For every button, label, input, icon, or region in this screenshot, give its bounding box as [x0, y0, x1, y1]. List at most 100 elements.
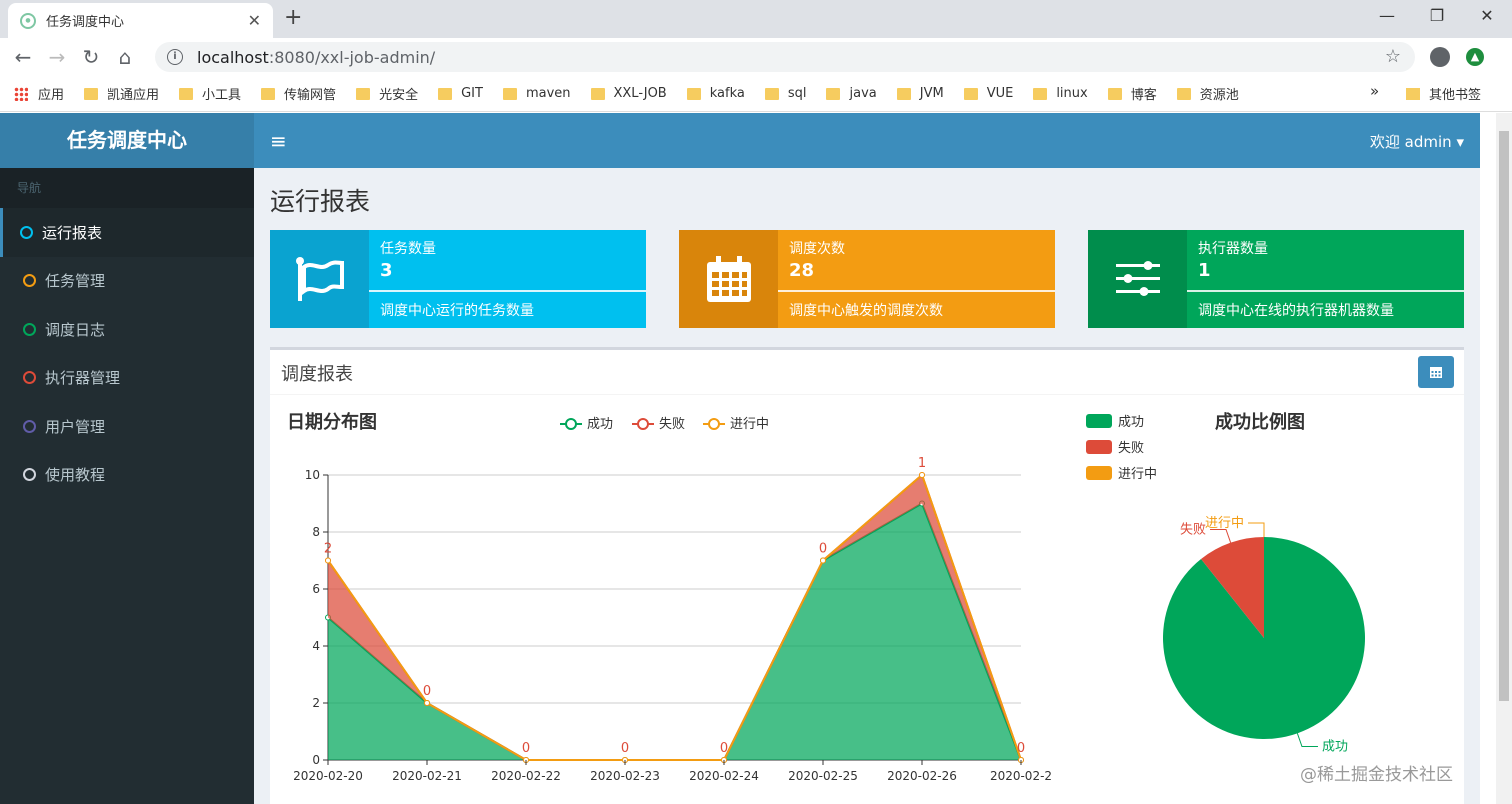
bookmark-item[interactable]: VUE: [963, 86, 1013, 101]
other-bookmarks[interactable]: 其他书签: [1406, 84, 1481, 103]
calendar-icon: [1430, 367, 1442, 378]
forward-icon[interactable]: →: [40, 45, 74, 69]
new-tab-icon[interactable]: +: [284, 5, 302, 30]
bookmark-label: linux: [1056, 86, 1088, 101]
bookmark-item[interactable]: java: [826, 86, 877, 101]
watermark: @稀土掘金技术社区: [1300, 765, 1453, 785]
legend-item[interactable]: 进行中: [1086, 466, 1157, 482]
folder-icon: [179, 87, 194, 100]
bookmark-item[interactable]: maven: [502, 86, 571, 101]
browser-tabbar: ● 任务调度中心 ✕ + — ❐ ✕: [0, 0, 1512, 38]
folder-icon: [896, 87, 911, 100]
bookmark-label: 传输网管: [284, 88, 337, 103]
extension-icon[interactable]: ▲: [1466, 48, 1484, 66]
apps-icon: [14, 86, 28, 101]
close-tab-icon[interactable]: ✕: [248, 11, 261, 30]
flag-icon: [270, 230, 369, 328]
browser-tab[interactable]: ● 任务调度中心 ✕: [8, 3, 273, 38]
window-close-icon[interactable]: ✕: [1462, 0, 1512, 32]
folder-icon: [590, 87, 605, 100]
top-navbar: ≡ 欢迎 admin ▾: [254, 113, 1480, 168]
date-filter-button[interactable]: [1418, 356, 1454, 388]
nav-list: 运行报表任务管理 调度日志执行器管理用户管理使用教程: [0, 208, 254, 499]
sidebar-item-label: 使用教程: [45, 466, 106, 485]
date-distribution-chart: 日期分布图 成功 失败 进行中024681022020-02-2002020-02-2…: [287, 411, 1052, 783]
folder-icon: [963, 87, 978, 100]
legend-item[interactable]: 成功: [560, 417, 613, 432]
bookmark-item[interactable]: 小工具: [179, 84, 241, 103]
circle-icon: [23, 468, 36, 482]
bookmark-item[interactable]: 凯通应用: [84, 84, 159, 103]
restore-icon[interactable]: ❐: [1412, 0, 1462, 32]
nav-header: 导航: [0, 168, 254, 208]
progress-bar: [369, 290, 646, 292]
folder-icon: [1406, 87, 1420, 100]
sidebar-item-label: 运行报表: [42, 223, 103, 242]
sidebar-item[interactable]: 运行报表: [0, 208, 254, 257]
bookmark-label: kafka: [709, 86, 745, 101]
sidebar-item[interactable]: 使用教程: [0, 451, 254, 500]
bookmark-item[interactable]: XXL-JOB: [590, 86, 667, 101]
data-point[interactable]: [919, 472, 925, 478]
bookmark-item[interactable]: 应用: [14, 84, 64, 103]
minimize-icon[interactable]: —: [1362, 0, 1412, 32]
page-scrollbar[interactable]: [1496, 113, 1512, 804]
sidebar-item[interactable]: 用户管理: [0, 402, 254, 451]
data-point[interactable]: [820, 557, 826, 564]
x-tick-label: 2020-02-2: [990, 769, 1052, 783]
more-bookmarks-icon[interactable]: »: [1370, 82, 1379, 100]
page-title: 运行报表: [270, 187, 371, 216]
bookmark-item[interactable]: 博客: [1107, 84, 1157, 103]
folder-icon: [356, 87, 371, 100]
legend-item[interactable]: 失败: [1086, 440, 1144, 456]
x-tick-label: 2020-02-23: [590, 769, 660, 783]
site-info-icon[interactable]: i: [167, 49, 183, 65]
folder-icon: [764, 87, 779, 100]
user-menu[interactable]: 欢迎 admin ▾: [1370, 131, 1464, 152]
bookmark-item[interactable]: GIT: [438, 86, 483, 101]
favicon-icon: ●: [20, 12, 36, 29]
bookmark-star-icon[interactable]: ☆: [1385, 46, 1401, 67]
back-icon[interactable]: ←: [6, 45, 40, 69]
sidebar-item[interactable]: 调度日志: [0, 305, 254, 354]
scroll-thumb[interactable]: [1499, 131, 1509, 701]
account-icon[interactable]: [1430, 47, 1450, 67]
data-label: 0: [423, 684, 431, 699]
bookmark-item[interactable]: 资源池: [1176, 84, 1239, 103]
bookmark-item[interactable]: kafka: [686, 86, 745, 101]
bookmark-item[interactable]: sql: [764, 86, 806, 101]
info-box-label: 执行器数量: [1198, 241, 1268, 257]
info-box-body: 调度次数 28 调度中心触发的调度次数: [778, 230, 1055, 328]
data-point[interactable]: [325, 557, 331, 564]
home-icon[interactable]: ⌂: [108, 45, 142, 69]
y-tick-label: 4: [312, 639, 320, 653]
folder-icon: [1107, 87, 1122, 100]
address-bar[interactable]: i localhost:8080/xxl-job-admin/ ☆: [155, 42, 1415, 72]
progress-bar: [1187, 290, 1464, 292]
sidebar-item-label: 执行器管理: [45, 369, 121, 388]
legend-item[interactable]: 成功: [1086, 414, 1144, 430]
sidebar-item[interactable]: 执行器管理: [0, 354, 254, 403]
bookmark-label: 博客: [1130, 88, 1157, 103]
sidebar-item[interactable]: 任务管理: [0, 257, 254, 306]
bookmark-item[interactable]: 光安全: [356, 84, 418, 103]
app-logo[interactable]: 任务调度中心: [0, 113, 254, 168]
report-title: 调度报表: [281, 364, 353, 385]
legend-label: 成功: [587, 417, 613, 432]
bookmark-item[interactable]: JVM: [896, 86, 944, 101]
bookmark-item[interactable]: linux: [1033, 86, 1088, 101]
data-label: 0: [720, 741, 728, 756]
data-label: 0: [522, 741, 530, 756]
info-box-value: 1: [1198, 260, 1211, 281]
reload-icon[interactable]: ↻: [74, 45, 108, 69]
data-point[interactable]: [424, 700, 430, 706]
y-tick-label: 8: [312, 525, 320, 539]
info-box-description: 调度中心运行的任务数量: [380, 303, 534, 319]
legend-item[interactable]: 进行中: [703, 417, 769, 432]
info-box-description: 调度中心触发的调度次数: [789, 303, 943, 319]
legend-item[interactable]: 失败: [632, 417, 685, 432]
bookmark-item[interactable]: 传输网管: [261, 84, 336, 103]
folder-icon: [438, 87, 453, 100]
menu-toggle-icon[interactable]: ≡: [270, 129, 287, 153]
report-panel: 调度报表 日期分布图 成功 失败 进行中 0 2 4 6 8 10 2 2020-02-20 0 2020…: [270, 347, 1464, 804]
